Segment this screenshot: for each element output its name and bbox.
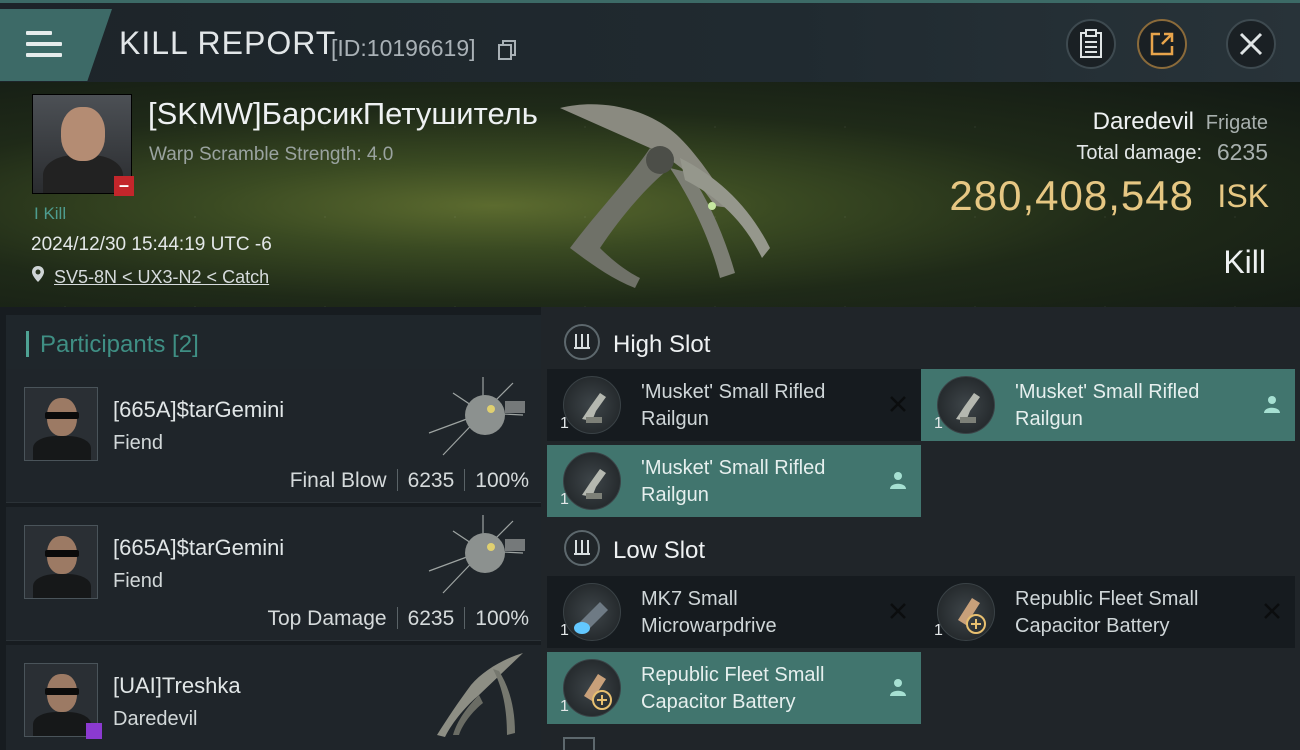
dropped-icon — [890, 679, 906, 696]
module-name: 'Musket' Small Rifled Railgun — [641, 381, 826, 430]
railgun-icon — [937, 376, 995, 434]
participant-percent: 100% — [475, 607, 529, 630]
close-button[interactable] — [1226, 19, 1276, 69]
result-label: Kill — [1223, 244, 1266, 280]
participant-row[interactable]: [UAI]Treshka Daredevil — [6, 645, 541, 750]
share-button[interactable] — [1137, 19, 1187, 69]
module-quantity: 1 — [934, 415, 943, 432]
share-icon — [1150, 32, 1174, 56]
participant-ship: Daredevil — [113, 708, 198, 730]
clipboard-button[interactable] — [1066, 19, 1116, 69]
total-damage-value: 6235 — [1216, 139, 1268, 165]
copy-icon[interactable] — [498, 40, 516, 60]
destroyed-icon — [1264, 603, 1280, 619]
next-slot-icon-partial — [563, 737, 595, 750]
capacitor-battery-icon — [563, 659, 621, 717]
page-title: KILL REPORT — [119, 25, 337, 61]
close-icon — [1239, 32, 1263, 56]
module-item[interactable]: 1 Republic Fleet Small Capacitor Battery — [547, 652, 921, 724]
capacitor-battery-icon — [937, 583, 995, 641]
module-item[interactable]: 1 Republic Fleet Small Capacitor Battery — [921, 576, 1295, 648]
module-name: MK7 Small Microwarpdrive — [641, 588, 777, 637]
high-slot-icon — [564, 324, 600, 360]
daredevil-ship-image — [437, 653, 523, 737]
low-slot-title: Low Slot — [613, 537, 706, 564]
module-item[interactable]: 1 'Musket' Small Rifled Railgun — [547, 445, 921, 517]
low-slot-header: Low Slot — [547, 521, 1300, 577]
isk-unit: ISK — [1217, 178, 1269, 214]
isk-value: 280,408,548 — [949, 172, 1194, 219]
module-quantity: 1 — [560, 491, 569, 508]
module-quantity: 1 — [560, 622, 569, 639]
module-quantity: 1 — [560, 415, 569, 432]
header-bar: KILL REPORT [ID:10196619] — [0, 0, 1300, 82]
warp-scramble-strength: Warp Scramble Strength: 4.0 — [149, 144, 394, 165]
participant-stats: Top Damage 6235 100% — [267, 607, 529, 631]
ship-image — [560, 104, 770, 288]
destroyed-icon — [890, 603, 906, 619]
railgun-icon — [563, 376, 621, 434]
kill-datetime: 2024/12/30 15:44:19 UTC -6 — [31, 234, 272, 255]
participant-damage: 6235 — [407, 607, 455, 630]
fiend-ship-image — [428, 377, 525, 456]
participants-title: Participants [2] — [40, 331, 199, 358]
participant-ship: Fiend — [113, 432, 164, 454]
microwarpdrive-icon — [563, 583, 621, 641]
railgun-icon — [563, 452, 621, 510]
participant-portrait[interactable] — [24, 387, 98, 461]
participant-row[interactable]: [665A]$tarGemini Fiend Top Damage 6235 100… — [6, 507, 541, 641]
participant-role: Top Damage — [267, 607, 387, 630]
participant-ship: Fiend — [113, 570, 164, 592]
destroyed-icon — [890, 396, 906, 412]
location-link[interactable]: SV5-8N < UX3-N2 < Catch — [54, 267, 269, 288]
participant-damage: 6235 — [407, 469, 455, 492]
corp-badge — [86, 723, 102, 739]
fiend-ship-image — [428, 515, 525, 594]
module-name: 'Musket' Small Rifled Railgun — [1015, 381, 1200, 430]
clipboard-icon — [1080, 29, 1102, 58]
module-quantity: 1 — [934, 622, 943, 639]
dropped-icon — [1264, 396, 1280, 413]
victim-ship-name: Daredevil — [1092, 108, 1194, 135]
participant-name: [665A]$tarGemini — [113, 397, 285, 422]
module-name: Republic Fleet Small Capacitor Battery — [641, 664, 825, 713]
module-item[interactable]: 1 'Musket' Small Rifled Railgun — [547, 369, 921, 441]
module-item[interactable]: 1 'Musket' Small Rifled Railgun — [921, 369, 1295, 441]
module-quantity: 1 — [560, 698, 569, 715]
hostile-badge: – — [114, 176, 134, 196]
victim-name[interactable]: [SKMW]БарсикПетушитель — [148, 96, 538, 132]
victim-banner: – [SKMW]БарсикПетушитель Warp Scramble S… — [0, 82, 1300, 307]
participant-row[interactable]: [665A]$tarGemini Fiend Final Blow 6235 100… — [6, 369, 541, 503]
victim-ship-class: Frigate — [1205, 112, 1268, 134]
high-slot-header: High Slot — [547, 315, 1300, 371]
module-item[interactable]: 1 MK7 Small Microwarpdrive — [547, 576, 921, 648]
module-name: 'Musket' Small Rifled Railgun — [641, 457, 826, 506]
menu-button[interactable] — [0, 9, 112, 81]
participant-name: [UAI]Treshka — [113, 673, 241, 698]
high-slot-title: High Slot — [613, 331, 711, 358]
participant-role: Final Blow — [289, 469, 387, 492]
total-damage-label: Total damage: — [1076, 142, 1202, 164]
fittings-panel: High Slot 1 'Musket' Small Rifled Railgu… — [541, 307, 1300, 750]
report-id: [ID:10196619] — [331, 35, 476, 61]
participants-panel: Participants [2] [665A]$tarGemini Fiend … — [0, 307, 541, 750]
participant-percent: 100% — [475, 469, 529, 492]
location-pin-icon — [32, 266, 44, 282]
participant-portrait[interactable] — [24, 525, 98, 599]
module-name: Republic Fleet Small Capacitor Battery — [1015, 588, 1199, 637]
participants-header: Participants [2] — [6, 315, 541, 371]
dropped-icon — [890, 472, 906, 489]
kills-tag: I Kill — [34, 204, 67, 223]
menu-icon — [26, 31, 62, 59]
low-slot-icon — [564, 530, 600, 566]
participant-stats: Final Blow 6235 100% — [290, 469, 529, 493]
participant-name: [665A]$tarGemini — [113, 535, 285, 560]
